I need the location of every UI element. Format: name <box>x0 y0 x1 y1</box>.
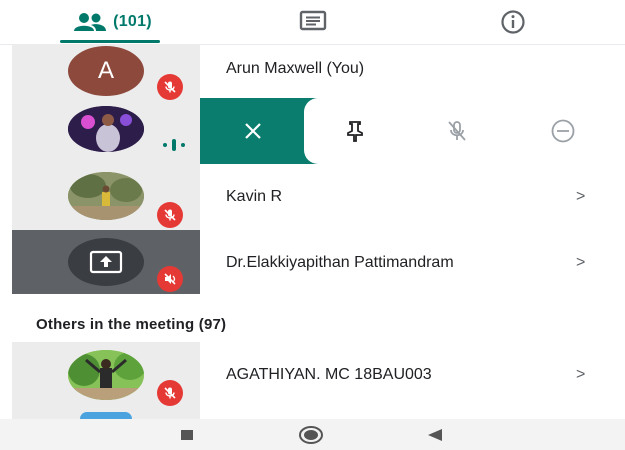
mic-off-icon <box>164 387 176 399</box>
avatar-photo <box>68 172 144 220</box>
volume-off-icon <box>164 273 176 285</box>
people-count: (101) <box>113 13 152 30</box>
chat-icon <box>299 10 326 31</box>
tab-people[interactable]: (101) <box>50 0 175 44</box>
mic-off-icon <box>164 209 176 221</box>
active-tab-indicator <box>60 40 160 43</box>
tab-bar: (101) <box>0 0 625 45</box>
participant-name: AGATHIYAN. MC 18BAU003 <box>226 366 432 383</box>
participant-row[interactable]: AGATHIYAN. MC 18BAU003 > <box>0 342 625 408</box>
square-icon <box>181 429 193 440</box>
avatar: A <box>68 46 144 96</box>
mute-participant-button[interactable] <box>442 116 472 146</box>
speaking-indicator-icon <box>160 138 190 152</box>
pin-button[interactable] <box>340 116 370 146</box>
chevron-right-icon: > <box>576 366 586 383</box>
participant-name: Dr.Elakkiyapithan Pattimandram <box>226 254 454 271</box>
remove-icon <box>551 119 575 143</box>
chevron-right-icon: > <box>576 188 586 205</box>
avatar <box>68 106 144 152</box>
chevron-right-icon: > <box>576 254 586 271</box>
participant-name: Arun Maxwell (You) <box>226 60 365 77</box>
mic-off-badge <box>157 202 183 228</box>
tab-info[interactable] <box>450 0 575 44</box>
avatar <box>68 172 144 220</box>
pin-icon <box>347 121 363 142</box>
participant-row-you[interactable]: A Arun Maxwell (You) <box>0 44 625 100</box>
people-icon <box>74 13 107 31</box>
triangle-back-icon <box>428 428 442 441</box>
close-icon <box>245 123 261 139</box>
volume-off-badge <box>157 266 183 292</box>
avatar-partial <box>80 412 132 419</box>
avatar-photo <box>68 350 144 400</box>
home-button[interactable] <box>291 419 331 450</box>
remove-participant-button[interactable] <box>548 116 578 146</box>
info-icon <box>500 10 525 34</box>
back-button[interactable] <box>415 419 455 450</box>
close-actions-button[interactable] <box>200 98 320 164</box>
avatar-letter: A <box>97 57 114 84</box>
participant-row[interactable]: Kavin R > <box>0 164 625 230</box>
avatar-photo <box>68 106 144 152</box>
participant-action-bar <box>200 98 625 164</box>
present-screen-icon <box>89 250 123 274</box>
avatar <box>68 238 144 286</box>
tab-chat[interactable] <box>250 0 375 44</box>
circle-icon <box>299 425 323 444</box>
system-nav-bar <box>0 419 625 450</box>
action-buttons-panel <box>304 98 625 164</box>
participant-row-presenting[interactable]: Dr.Elakkiyapithan Pattimandram > <box>0 230 625 294</box>
mic-off-badge <box>157 74 183 100</box>
mic-off-badge <box>157 380 183 406</box>
participant-name: Kavin R <box>226 188 283 205</box>
others-section-title: Others in the meeting (97) <box>36 316 227 333</box>
recent-apps-button[interactable] <box>167 419 207 450</box>
mic-off-icon <box>164 81 176 93</box>
avatar <box>68 350 144 400</box>
mic-off-icon <box>448 121 466 141</box>
